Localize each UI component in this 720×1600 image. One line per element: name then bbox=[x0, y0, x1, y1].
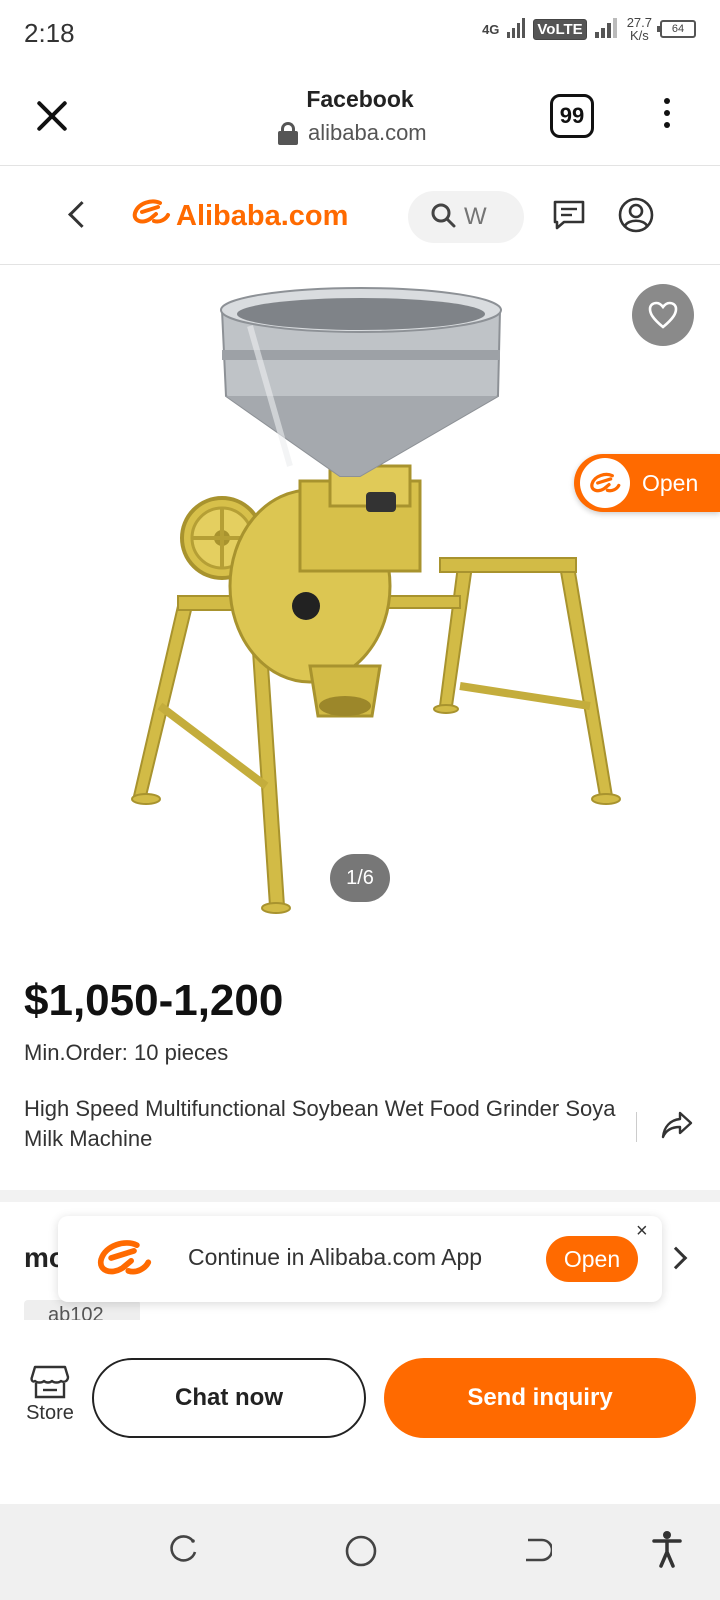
app-promo-banner[interactable]: Continue in Alibaba.com App Open × bbox=[58, 1216, 662, 1302]
store-icon bbox=[30, 1365, 70, 1399]
search-input[interactable] bbox=[464, 203, 504, 231]
system-nav-bar bbox=[0, 1504, 720, 1600]
alibaba-logo[interactable]: Alibaba.com bbox=[130, 197, 348, 235]
home-icon[interactable] bbox=[344, 1534, 378, 1573]
bottom-action-bar: Store Chat now Send inquiry bbox=[0, 1320, 720, 1504]
chat-now-button[interactable]: Chat now bbox=[92, 1358, 366, 1438]
browser-toolbar: Facebook alibaba.com 99 bbox=[0, 64, 720, 166]
send-inquiry-button[interactable]: Send inquiry bbox=[384, 1358, 696, 1438]
product-image bbox=[131, 287, 621, 914]
app-banner-open-button[interactable]: Open bbox=[546, 1236, 638, 1282]
status-bar: 2:18 4G VoLTE 27.7 K/s 64 bbox=[0, 0, 720, 64]
divider bbox=[636, 1112, 637, 1142]
open-app-label: Open bbox=[642, 469, 699, 496]
browser-url[interactable]: alibaba.com bbox=[278, 120, 427, 146]
network-type: 4G bbox=[482, 21, 500, 37]
product-image-carousel[interactable]: Open 1/6 bbox=[0, 266, 720, 946]
speed-unit: K/s bbox=[629, 28, 649, 43]
alibaba-logo-icon bbox=[94, 1236, 154, 1290]
app-banner-text: Continue in Alibaba.com App bbox=[188, 1244, 483, 1270]
battery-icon: 64 bbox=[657, 20, 696, 38]
data-speed: 27.7 K/s bbox=[627, 16, 652, 42]
recents-icon[interactable] bbox=[168, 1534, 200, 1571]
open-app-button[interactable]: Open bbox=[574, 454, 720, 512]
volte-badge: VoLTE bbox=[533, 18, 587, 40]
attribute-tag[interactable]: ab102 bbox=[24, 1300, 140, 1322]
price: $1,050-1,200 bbox=[24, 976, 284, 1025]
search-icon bbox=[430, 202, 456, 233]
more-menu-icon[interactable] bbox=[662, 98, 672, 134]
url-text: alibaba.com bbox=[308, 120, 427, 145]
chevron-right-icon[interactable] bbox=[664, 1246, 688, 1270]
status-time: 2:18 bbox=[24, 18, 75, 48]
browser-title: Facebook bbox=[306, 86, 414, 112]
alibaba-logo-icon bbox=[580, 458, 630, 508]
tabs-count-button[interactable]: 99 bbox=[550, 94, 594, 138]
store-label: Store bbox=[26, 1402, 74, 1424]
lock-icon bbox=[278, 122, 298, 145]
site-header: Alibaba.com bbox=[0, 167, 720, 265]
share-icon[interactable] bbox=[660, 1110, 694, 1145]
back-arrow-icon[interactable] bbox=[62, 197, 92, 233]
signal-icon bbox=[507, 17, 526, 41]
alibaba-logo-icon bbox=[130, 197, 172, 235]
section-divider bbox=[0, 1190, 720, 1202]
store-button[interactable]: Store bbox=[20, 1364, 80, 1425]
min-order: Min.Order: 10 pieces bbox=[24, 1040, 229, 1065]
favorite-heart-icon[interactable] bbox=[632, 284, 694, 346]
status-icons: 4G VoLTE 27.7 K/s 64 bbox=[482, 16, 696, 42]
app-banner-close-icon[interactable]: × bbox=[636, 1220, 648, 1243]
accessibility-icon[interactable] bbox=[652, 1530, 682, 1573]
image-counter: 1/6 bbox=[330, 854, 390, 902]
account-icon[interactable] bbox=[618, 197, 654, 238]
logo-text: Alibaba.com bbox=[176, 199, 349, 232]
messages-icon[interactable] bbox=[552, 199, 586, 236]
back-nav-icon[interactable] bbox=[520, 1534, 554, 1571]
search-bar[interactable] bbox=[408, 191, 524, 243]
product-title: High Speed Multifunctional Soybean Wet F… bbox=[24, 1096, 616, 1151]
signal-icon-2 bbox=[594, 17, 619, 41]
